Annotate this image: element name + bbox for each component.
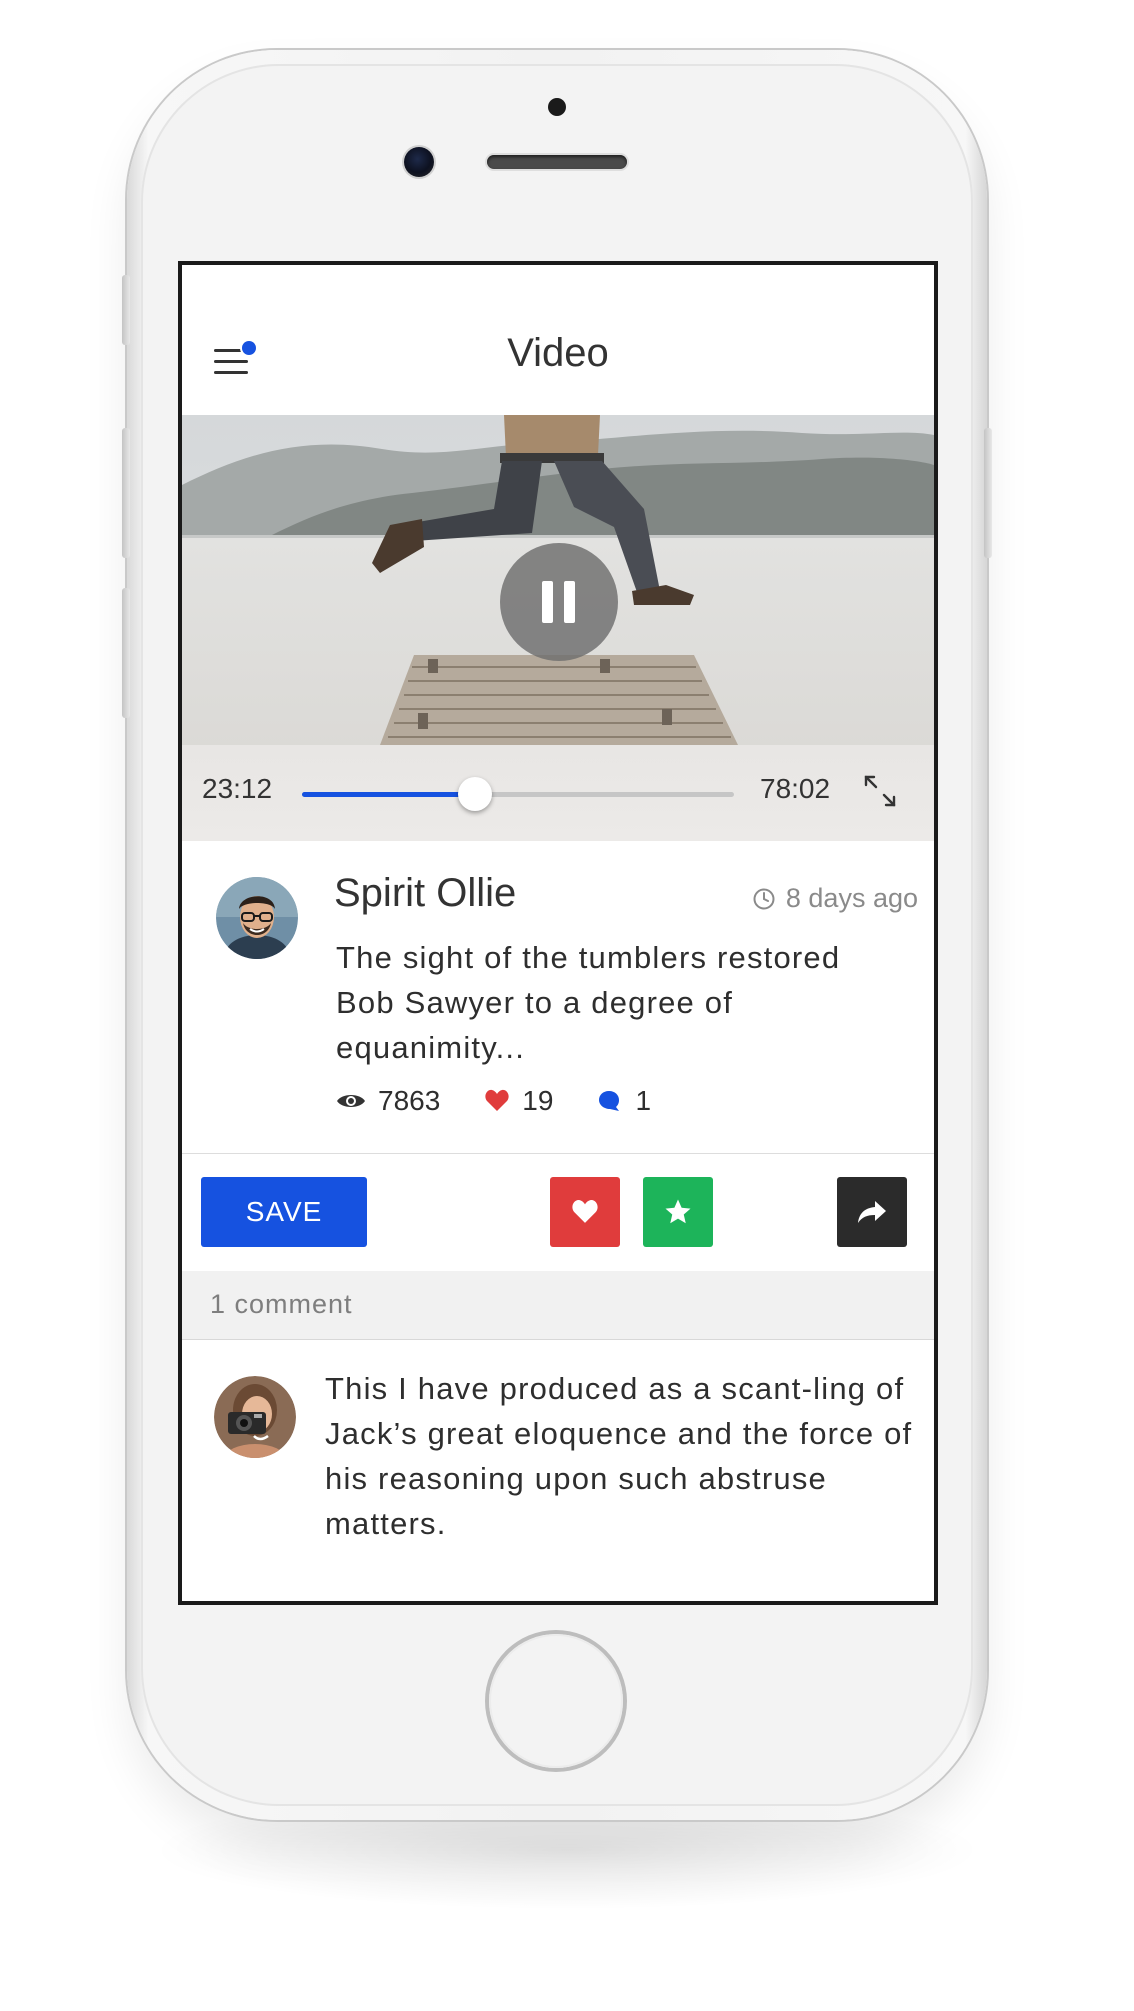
author-name[interactable]: Spirit Ollie xyxy=(334,871,516,916)
mute-switch xyxy=(122,275,130,345)
eye-icon xyxy=(337,1095,365,1107)
share-button[interactable] xyxy=(837,1177,907,1247)
duration-time: 78:02 xyxy=(760,773,831,804)
comment-bubble-icon xyxy=(599,1091,620,1111)
video-player[interactable]: 23:12 78:02 xyxy=(182,415,934,841)
page-title: Video xyxy=(507,331,609,375)
earpiece-speaker xyxy=(487,155,627,169)
comment-body: This I have produced as a scant-ling of … xyxy=(325,1371,913,1541)
post-card: Spirit Ollie 8 days ago The sight of the… xyxy=(182,841,934,1154)
expand-icon[interactable] xyxy=(862,773,898,809)
volume-down-button xyxy=(122,588,130,718)
front-camera xyxy=(404,147,434,177)
save-button[interactable]: SAVE xyxy=(201,1177,367,1247)
views-count: 7863 xyxy=(378,1085,441,1116)
author-avatar[interactable] xyxy=(216,877,298,959)
like-button[interactable] xyxy=(550,1177,620,1247)
pause-button[interactable] xyxy=(500,543,618,661)
home-button xyxy=(489,1634,623,1768)
comments-count: 1 xyxy=(635,1085,652,1116)
post-stats: 7863 19 1 xyxy=(336,1085,695,1117)
share-arrow-icon xyxy=(858,1201,886,1223)
comments-stat: 1 xyxy=(597,1085,651,1117)
comment-item: This I have produced as a scant-ling of … xyxy=(182,1340,934,1601)
player-controls: 23:12 78:02 xyxy=(182,745,934,841)
views-stat: 7863 xyxy=(336,1085,440,1117)
power-button xyxy=(984,428,992,558)
likes-stat: 19 xyxy=(484,1085,553,1117)
proximity-sensor xyxy=(548,98,566,116)
likes-count: 19 xyxy=(522,1085,554,1116)
app-screen: Video 23:12 78:02 Spirit Ollie 8 days ag… xyxy=(178,261,938,1605)
volume-up-button xyxy=(122,428,130,558)
post-actions: SAVE xyxy=(182,1153,934,1272)
seek-handle[interactable] xyxy=(457,777,492,811)
commenter-avatar[interactable] xyxy=(214,1376,296,1458)
heart-icon xyxy=(485,1089,509,1111)
post-time-label: 8 days ago xyxy=(785,883,918,913)
elapsed-time: 23:12 xyxy=(202,773,273,804)
seek-progress xyxy=(302,792,475,797)
post-timestamp: 8 days ago xyxy=(752,883,918,914)
clock-icon xyxy=(753,888,775,909)
star-icon xyxy=(665,1199,691,1224)
comments-header: 1 comment xyxy=(182,1271,934,1340)
seek-bar[interactable] xyxy=(302,777,734,811)
post-body: The sight of the tumblers restored Bob S… xyxy=(336,940,841,1065)
heart-icon xyxy=(572,1199,598,1223)
favorite-button[interactable] xyxy=(643,1177,713,1247)
comment-count-label: 1 comment xyxy=(210,1289,353,1319)
app-header: Video xyxy=(182,265,934,416)
